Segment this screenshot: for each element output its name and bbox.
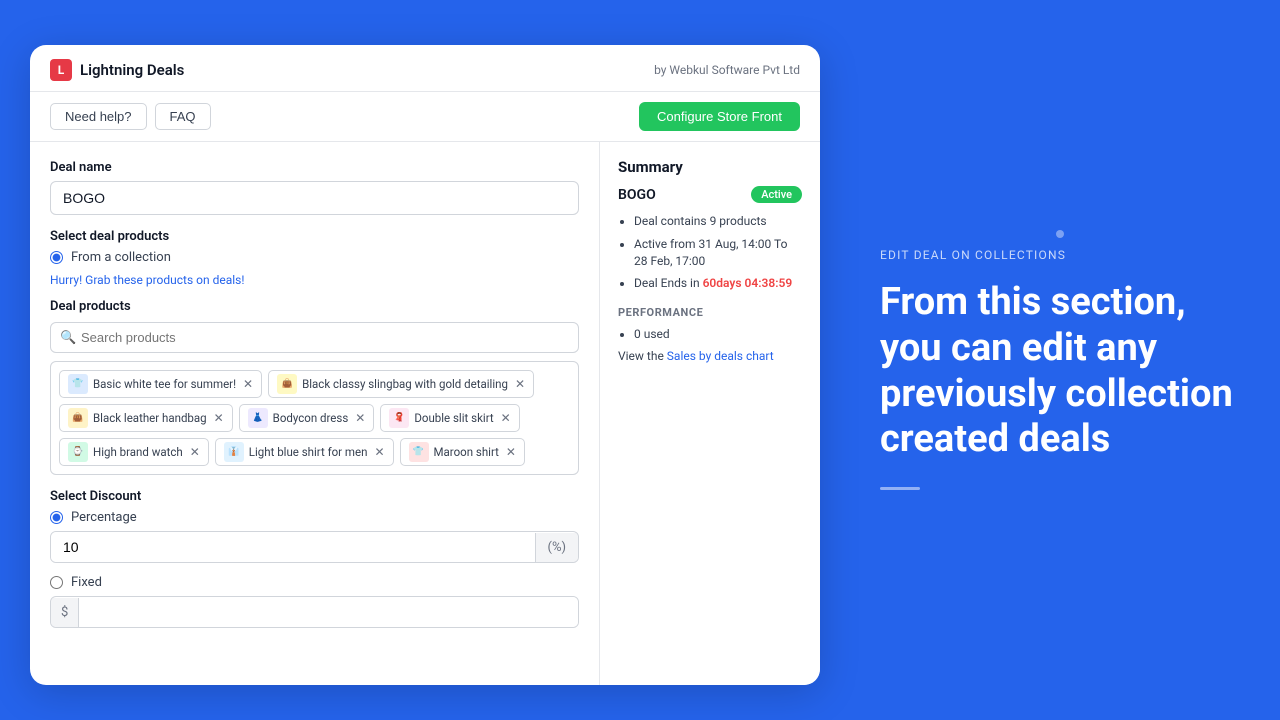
tag-slingbag: 👜 Black classy slingbag with gold detail… <box>268 370 534 398</box>
from-collection-option[interactable]: From a collection <box>50 250 579 265</box>
tag-bodycon-close[interactable]: ✕ <box>355 412 365 424</box>
promo-link[interactable]: Hurry! Grab these products on deals! <box>50 273 579 287</box>
tags-container: 👕 Basic white tee for summer! ✕ 👜 Black … <box>50 361 579 475</box>
tag-blueshirt: 👔 Light blue shirt for men ✕ <box>215 438 394 466</box>
percentage-label: Percentage <box>71 510 137 525</box>
deal-products-radio-group: From a collection <box>50 250 579 265</box>
tag-slit-label: Double slit skirt <box>414 411 493 425</box>
pct-symbol: (%) <box>535 533 579 562</box>
app-logo: L Lightning Deals <box>50 59 184 81</box>
deal-ends-prefix: Deal Ends in <box>634 276 703 290</box>
percentage-input[interactable] <box>51 532 535 562</box>
summary-deal-row: BOGO Active <box>618 186 802 203</box>
search-input[interactable] <box>50 322 579 353</box>
logo-icon: L <box>50 59 72 81</box>
tag-leather-label: Black leather handbag <box>93 411 207 425</box>
fixed-label: Fixed <box>71 575 102 590</box>
select-deal-products-label: Select deal products <box>50 229 579 244</box>
perf-bullet-1: 0 used <box>634 327 802 341</box>
percentage-input-wrap: (%) <box>50 531 579 563</box>
deal-name-input[interactable] <box>50 181 579 215</box>
tag-maroon-close[interactable]: ✕ <box>506 446 516 458</box>
edit-headline: From this section, you can edit any prev… <box>880 280 1240 462</box>
percentage-radio[interactable] <box>50 511 63 524</box>
deal-name-label: Deal name <box>50 160 579 175</box>
tag-watch-img: ⌚ <box>68 442 88 462</box>
app-title: Lightning Deals <box>80 61 184 79</box>
dot-indicator <box>1056 230 1064 238</box>
tag-leather: 👜 Black leather handbag ✕ <box>59 404 233 432</box>
right-side: EDIT DEAL ON COLLECTIONS From this secti… <box>820 230 1280 489</box>
tag-leather-close[interactable]: ✕ <box>214 412 224 424</box>
view-chart-text: View the Sales by deals chart <box>618 349 802 363</box>
fixed-radio-option[interactable]: Fixed <box>50 575 579 590</box>
tag-maroon-label: Maroon shirt <box>434 445 499 459</box>
performance-label: PERFORMANCE <box>618 306 802 319</box>
edit-subtitle: EDIT DEAL ON COLLECTIONS <box>880 248 1066 262</box>
tag-blueshirt-close[interactable]: ✕ <box>374 446 384 458</box>
white-divider <box>880 487 920 490</box>
tag-maroon: 👕 Maroon shirt ✕ <box>400 438 525 466</box>
summary-list: Deal contains 9 products Active from 31 … <box>618 213 802 292</box>
tag-tee: 👕 Basic white tee for summer! ✕ <box>59 370 262 398</box>
fixed-input-wrap: $ <box>50 596 579 628</box>
content-area: Deal name Select deal products From a co… <box>30 142 820 685</box>
faq-button[interactable]: FAQ <box>155 103 211 130</box>
nav-bar: Need help? FAQ Configure Store Front <box>30 92 820 142</box>
top-bar: L Lightning Deals by Webkul Software Pvt… <box>30 45 820 92</box>
by-label: by Webkul Software Pvt Ltd <box>654 63 800 77</box>
tag-slingbag-close[interactable]: ✕ <box>515 378 525 390</box>
main-card: L Lightning Deals by Webkul Software Pvt… <box>30 45 820 685</box>
search-box: 🔍 <box>50 322 579 353</box>
fixed-input[interactable] <box>79 597 578 627</box>
select-discount-label: Select Discount <box>50 489 579 504</box>
summary-deal-name: BOGO <box>618 187 656 203</box>
perf-list: 0 used <box>618 327 802 341</box>
percentage-radio-option[interactable]: Percentage <box>50 510 579 525</box>
chart-link[interactable]: Sales by deals chart <box>667 349 774 363</box>
dollar-symbol: $ <box>51 598 79 627</box>
tag-leather-img: 👜 <box>68 408 88 428</box>
tag-blueshirt-label: Light blue shirt for men <box>249 445 368 459</box>
tag-bodycon: 👗 Bodycon dress ✕ <box>239 404 375 432</box>
discount-section: Select Discount Percentage (%) Fixed $ <box>50 489 579 628</box>
summary-bullet-1: Deal contains 9 products <box>634 213 802 230</box>
nav-left: Need help? FAQ <box>50 103 211 130</box>
tag-watch-label: High brand watch <box>93 445 183 459</box>
search-icon: 🔍 <box>60 330 76 345</box>
tag-blueshirt-img: 👔 <box>224 442 244 462</box>
left-panel: Deal name Select deal products From a co… <box>30 142 600 685</box>
from-collection-label: From a collection <box>71 250 171 265</box>
tag-slit: 🧣 Double slit skirt ✕ <box>380 404 519 432</box>
summary-bullet-3: Deal Ends in 60days 04:38:59 <box>634 275 802 292</box>
tag-watch-close[interactable]: ✕ <box>190 446 200 458</box>
need-help-button[interactable]: Need help? <box>50 103 147 130</box>
tag-tee-close[interactable]: ✕ <box>243 378 253 390</box>
tag-tee-label: Basic white tee for summer! <box>93 377 236 391</box>
tag-watch: ⌚ High brand watch ✕ <box>59 438 209 466</box>
right-panel: Summary BOGO Active Deal contains 9 prod… <box>600 142 820 685</box>
configure-store-front-button[interactable]: Configure Store Front <box>639 102 800 131</box>
tag-bodycon-img: 👗 <box>248 408 268 428</box>
tag-maroon-img: 👕 <box>409 442 429 462</box>
view-chart-prefix: View the <box>618 349 667 363</box>
tag-bodycon-label: Bodycon dress <box>273 411 349 425</box>
active-badge: Active <box>751 186 802 203</box>
tag-slit-close[interactable]: ✕ <box>501 412 511 424</box>
fixed-radio[interactable] <box>50 576 63 589</box>
from-collection-radio[interactable] <box>50 251 63 264</box>
tag-slit-img: 🧣 <box>389 408 409 428</box>
tag-slingbag-img: 👜 <box>277 374 297 394</box>
summary-bullet-2: Active from 31 Aug, 14:00 To 28 Feb, 17:… <box>634 236 802 270</box>
deal-ends-highlight: 60days 04:38:59 <box>703 276 793 290</box>
summary-title: Summary <box>618 158 802 176</box>
tag-tee-img: 👕 <box>68 374 88 394</box>
deal-products-label: Deal products <box>50 299 579 314</box>
tag-slingbag-label: Black classy slingbag with gold detailin… <box>302 377 508 391</box>
